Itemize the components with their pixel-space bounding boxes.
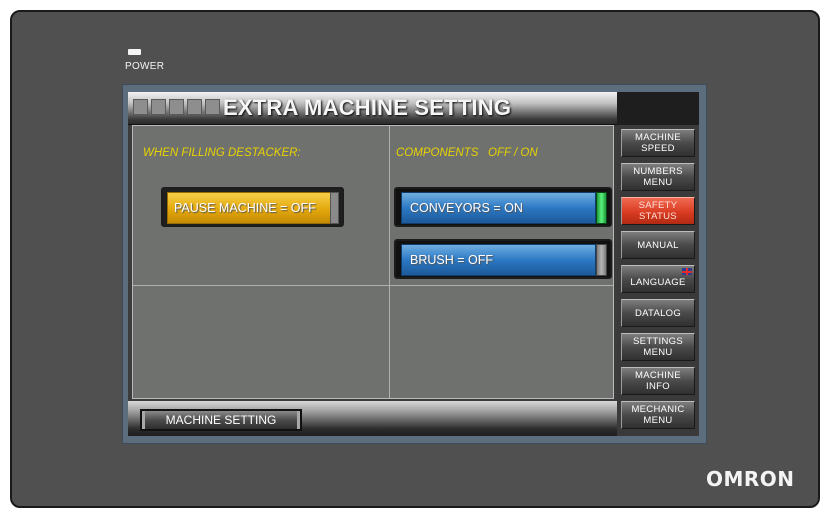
brush-face: BRUSH = OFF <box>401 244 596 276</box>
pause-machine-button[interactable]: PAUSE MACHINE = OFF <box>161 187 344 227</box>
section-label-destacker: WHEN FILLING DESTACKER: <box>143 147 301 159</box>
pause-machine-tab <box>330 192 339 224</box>
grid-divider-vertical <box>389 126 390 398</box>
pause-machine-label: PAUSE MACHINE = OFF <box>174 201 316 215</box>
title-corner <box>617 92 699 125</box>
menu-datalog-button[interactable]: DATALOG <box>621 299 695 327</box>
conveyors-on-indicator-icon <box>596 192 607 224</box>
menu-label: DATALOG <box>634 307 682 319</box>
uk-flag-icon <box>682 268 692 275</box>
conveyors-face: CONVEYORS = ON <box>401 192 596 224</box>
conveyors-label: CONVEYORS = ON <box>410 201 523 215</box>
menu-label: SETTINGS MENU <box>633 336 683 358</box>
brush-label: BRUSH = OFF <box>410 253 493 267</box>
brush-off-indicator-icon <box>596 244 607 276</box>
section-label-components: COMPONENTS OFF / ON <box>396 147 538 159</box>
bottom-bar: MACHINE SETTING <box>128 401 617 436</box>
menu-label: NUMBERS MENU <box>633 166 683 188</box>
power-led-icon <box>128 49 141 55</box>
conveyors-toggle-button[interactable]: CONVEYORS = ON <box>394 187 612 227</box>
page-title: EXTRA MACHINE SETTING <box>223 95 512 120</box>
brush-toggle-button[interactable]: BRUSH = OFF <box>394 239 612 279</box>
title-squares-icon <box>133 99 220 115</box>
menu-label: MANUAL <box>637 239 679 251</box>
menu-label: MACHINE SPEED <box>635 132 681 154</box>
menu-label: LANGUAGE <box>630 276 686 288</box>
menu-language-button[interactable]: LANGUAGE <box>621 265 695 293</box>
hmi-screen: EXTRA MACHINE SETTING WHEN FILLING DESTA… <box>128 92 699 436</box>
menu-label: MACHINE INFO <box>635 370 681 392</box>
menu-mechanic-menu-button[interactable]: MECHANIC MENU <box>621 401 695 429</box>
menu-manual-button[interactable]: MANUAL <box>621 231 695 259</box>
menu-numbers-menu-button[interactable]: NUMBERS MENU <box>621 163 695 191</box>
menu-machine-speed-button[interactable]: MACHINE SPEED <box>621 129 695 157</box>
menu-settings-menu-button[interactable]: SETTINGS MENU <box>621 333 695 361</box>
side-menu: MACHINE SPEED NUMBERS MENU SAFETY STATUS… <box>617 125 699 436</box>
brand-logo: OMRON <box>706 467 795 491</box>
pause-machine-face: PAUSE MACHINE = OFF <box>167 192 334 224</box>
machine-setting-button[interactable]: MACHINE SETTING <box>140 409 302 431</box>
menu-machine-info-button[interactable]: MACHINE INFO <box>621 367 695 395</box>
menu-label: SAFETY STATUS <box>638 200 678 222</box>
power-label: POWER <box>125 61 165 72</box>
settings-grid: WHEN FILLING DESTACKER: COMPONENTS OFF /… <box>132 125 614 399</box>
menu-label: MECHANIC MENU <box>631 404 685 426</box>
title-bar: EXTRA MACHINE SETTING <box>128 92 617 125</box>
menu-safety-status-button[interactable]: SAFETY STATUS <box>621 197 695 225</box>
grid-divider-horizontal <box>133 285 613 286</box>
